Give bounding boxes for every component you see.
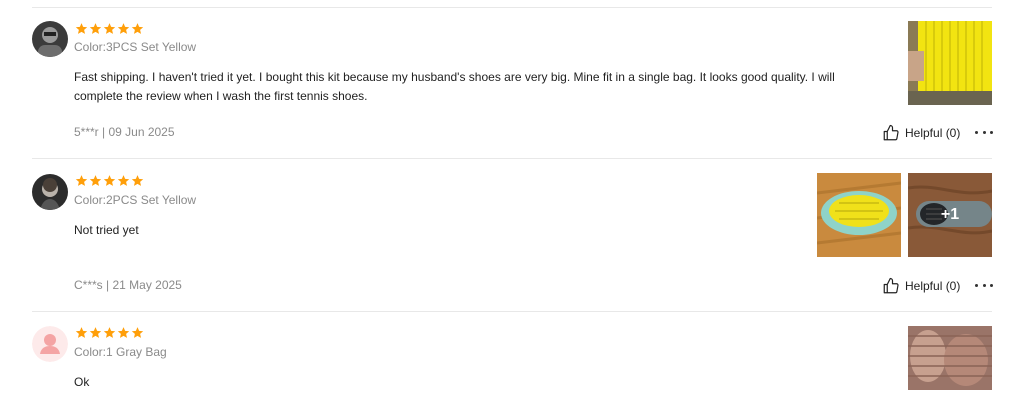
review-photo[interactable]: +1 [908,173,992,257]
thumbs-up-icon [883,277,899,294]
star-icon [103,175,116,186]
star-icon [103,327,116,338]
divider [32,158,992,159]
avatar[interactable] [32,21,68,57]
more-options-icon[interactable] [975,278,993,292]
star-icon [131,327,144,338]
helpful-label: Helpful (0) [905,279,961,293]
reviewer-date: 5***r | 09 Jun 2025 [74,125,175,139]
helpful-button[interactable]: Helpful (0) [882,124,960,142]
review-text: Not tried yet [74,223,139,237]
divider [32,311,992,312]
variant-label: Color:2PCS Set Yellow [74,193,197,207]
star-rating [75,326,144,339]
star-icon [89,23,102,34]
avatar[interactable] [32,326,68,362]
reviewer-date: C***s | 21 May 2025 [74,278,182,292]
variant-label: Color:3PCS Set Yellow [74,40,197,54]
star-icon [89,175,102,186]
review-photo[interactable] [817,173,901,257]
star-icon [131,175,144,186]
star-icon [75,23,88,34]
review-text: Ok [74,375,90,389]
more-options-icon[interactable] [975,125,993,139]
star-icon [131,23,144,34]
star-rating [75,22,144,35]
review-photo[interactable] [908,326,992,390]
star-icon [75,327,88,338]
review-photo[interactable] [908,21,992,105]
more-photos-count[interactable]: +1 [908,173,992,257]
variant-label: Color:1 Gray Bag [74,345,167,359]
helpful-label: Helpful (0) [905,126,961,140]
star-icon [117,175,130,186]
star-rating [75,174,144,187]
thumbs-up-icon [883,124,899,141]
star-icon [89,327,102,338]
avatar[interactable] [32,174,68,210]
review-text: Fast shipping. I haven't tried it yet. I… [74,70,835,103]
star-icon [75,175,88,186]
helpful-button[interactable]: Helpful (0) [882,277,960,295]
star-icon [117,327,130,338]
divider [32,7,992,8]
star-icon [103,23,116,34]
star-icon [117,23,130,34]
